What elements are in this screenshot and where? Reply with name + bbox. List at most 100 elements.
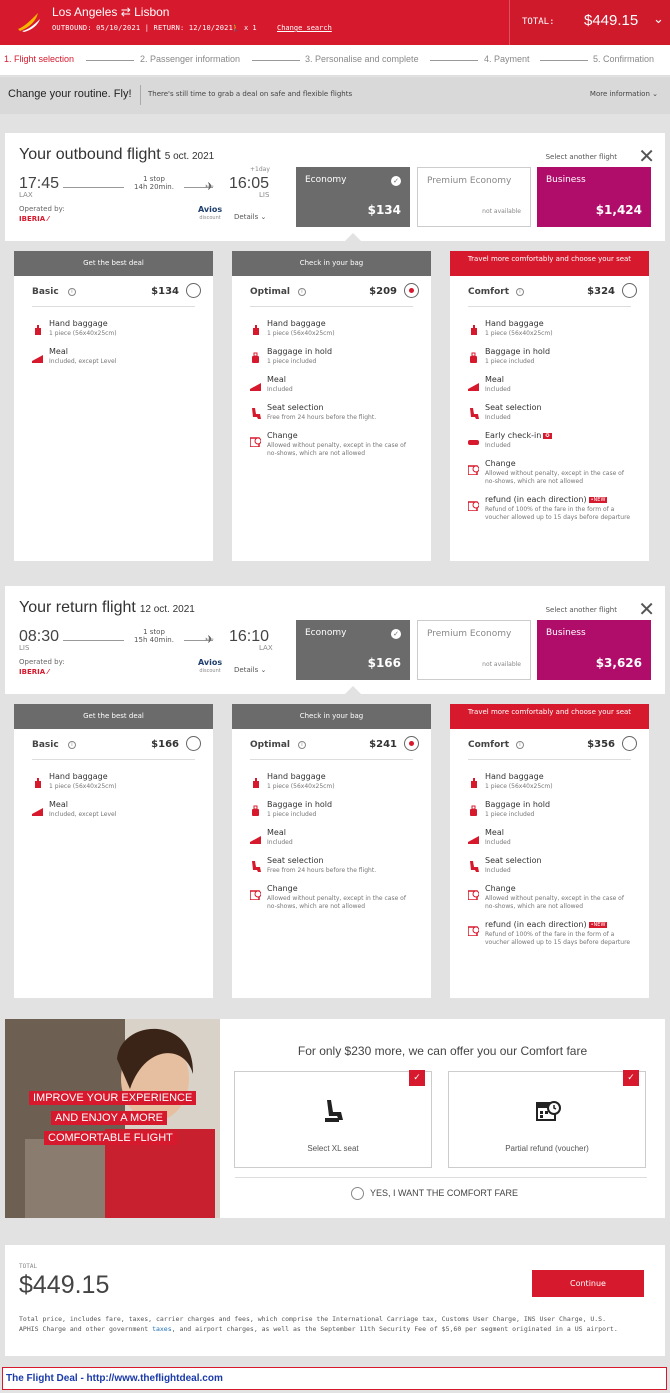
continue-button[interactable]: Continue bbox=[532, 1270, 644, 1297]
feature-title-text: Meal bbox=[49, 800, 68, 809]
info-icon[interactable]: i bbox=[516, 288, 524, 296]
fare-card-comfort[interactable]: Travel more comfortably and choose your … bbox=[450, 251, 649, 561]
feature-title-text: Meal bbox=[267, 828, 286, 837]
plus-day-label: +1day bbox=[250, 166, 270, 173]
business-cabin-button[interactable]: Business $1,424 bbox=[537, 167, 651, 227]
economy-cabin-button[interactable]: Economy $134 ✓ bbox=[296, 167, 410, 227]
feature-title: Change bbox=[485, 459, 516, 468]
details-toggle[interactable]: Details ⌄ bbox=[234, 213, 266, 221]
return-flight-section: Your return flight 12 oct. 2021 Select ano… bbox=[5, 586, 665, 694]
feature-subtitle: Included bbox=[485, 414, 511, 421]
operator-logo: IBERIA ⁄ bbox=[19, 215, 49, 223]
step-divider bbox=[252, 60, 300, 61]
flight-duration: 14h 20min. bbox=[124, 183, 184, 191]
select-another-flight-link[interactable]: Select another flight bbox=[546, 153, 617, 161]
business-cabin-name: Business bbox=[546, 628, 586, 638]
feature-title: refund (in each direction) •NEW bbox=[485, 920, 608, 929]
feature-subtitle: Included bbox=[485, 442, 511, 449]
progress-steps: 1. Flight selection 2. Passenger informa… bbox=[0, 45, 670, 76]
chevron-down-icon: ⌄ bbox=[652, 90, 658, 98]
more-information-link[interactable]: More information ⌄ bbox=[590, 90, 658, 98]
feature-title-text: Meal bbox=[485, 375, 504, 384]
feature-subtitle: 1 piece included bbox=[267, 358, 317, 365]
more-information-label: More information bbox=[589, 90, 650, 98]
person-icon: 🚶 bbox=[231, 24, 240, 32]
feature-title-text: Change bbox=[267, 431, 298, 440]
return-fare-options: Get the best deal Basic i $166 Hand baggage 1… bbox=[5, 694, 665, 1004]
details-toggle[interactable]: Details ⌄ bbox=[234, 666, 266, 674]
legal-text-part: , and airport charges, as well as the Se… bbox=[171, 1325, 618, 1333]
economy-cabin-price: $166 bbox=[367, 656, 401, 670]
feature-title: Meal bbox=[485, 828, 504, 837]
fare-card-optimal[interactable]: Check in your bag Optimal i $209 Hand baggag… bbox=[232, 251, 431, 561]
info-icon[interactable]: i bbox=[298, 288, 306, 296]
change-search-link[interactable]: Change search bbox=[277, 24, 332, 32]
feature-title: Baggage in hold bbox=[485, 800, 550, 809]
info-icon[interactable]: i bbox=[298, 741, 306, 749]
passenger-count: 🚶 x 1 bbox=[231, 24, 257, 32]
step-divider bbox=[430, 60, 478, 61]
close-icon[interactable]: ✕ bbox=[638, 144, 655, 168]
fare-card-basic[interactable]: Get the best deal Basic i $134 Hand baggage 1… bbox=[14, 251, 213, 561]
taxes-link[interactable]: taxes bbox=[152, 1325, 172, 1333]
check-icon: ✓ bbox=[409, 1070, 425, 1086]
feature-title-text: Baggage in hold bbox=[267, 347, 333, 356]
feature-subtitle: Refund of 100% of the fare in the form o… bbox=[485, 506, 631, 521]
step-divider bbox=[540, 60, 588, 61]
feature-title: Meal bbox=[267, 828, 286, 837]
fare-radio-button[interactable] bbox=[622, 736, 637, 751]
fare-name: Basic bbox=[32, 287, 59, 297]
outbound-flight-title: Your outbound flight 5 oct. 2021 bbox=[19, 146, 214, 164]
feature-title-text: Hand baggage bbox=[267, 319, 326, 328]
feature-subtitle: Allowed without penalty, except in the c… bbox=[267, 442, 406, 457]
total-section: TOTAL $449.15 Continue Total price, incl… bbox=[5, 1245, 665, 1356]
radio-button[interactable] bbox=[351, 1187, 364, 1200]
info-icon[interactable]: i bbox=[68, 288, 76, 296]
meal-icon bbox=[32, 801, 43, 816]
fare-card-comfort[interactable]: Travel more comfortably and choose your … bbox=[450, 704, 649, 998]
iberia-logo-icon: ⁄ bbox=[45, 668, 49, 676]
comfort-fare-radio[interactable]: YES, I WANT THE COMFORT FARE bbox=[351, 1187, 518, 1200]
seat-icon bbox=[468, 404, 479, 419]
economy-cabin-price: $134 bbox=[367, 203, 401, 217]
feature-subtitle: 1 piece included bbox=[485, 811, 535, 818]
select-another-flight-link[interactable]: Select another flight bbox=[546, 606, 617, 614]
fare-radio-button[interactable] bbox=[404, 283, 419, 298]
premium-economy-cabin-name: Premium Economy bbox=[427, 176, 512, 186]
xl-seat-label: Select XL seat bbox=[307, 1144, 359, 1153]
hold-baggage-icon bbox=[250, 348, 261, 363]
fare-radio-button[interactable] bbox=[186, 283, 201, 298]
chevron-down-icon: ⌄ bbox=[653, 12, 664, 27]
departure-airport: LAX bbox=[19, 191, 33, 199]
fare-radio-button[interactable] bbox=[404, 736, 419, 751]
feature-title-text: Seat selection bbox=[267, 856, 324, 865]
close-icon[interactable]: ✕ bbox=[638, 597, 655, 621]
stops-info: 1 stop 15h 40min. bbox=[124, 628, 184, 644]
fare-card-optimal[interactable]: Check in your bag Optimal i $241 Hand baggag… bbox=[232, 704, 431, 998]
promo-divider bbox=[140, 85, 141, 105]
feature-title: Early check-in ✪ bbox=[485, 431, 552, 440]
return-flight-date: 12 oct. 2021 bbox=[139, 604, 195, 615]
fare-radio-button[interactable] bbox=[622, 283, 637, 298]
total-dropdown[interactable]: TOTAL: $449.15 ⌄ bbox=[509, 0, 670, 45]
fare-header: Check in your bag bbox=[232, 704, 431, 729]
fare-radio-button[interactable] bbox=[186, 736, 201, 751]
info-icon[interactable]: i bbox=[68, 741, 76, 749]
feature-subtitle: Included, except Level bbox=[49, 811, 117, 818]
seat-icon bbox=[325, 1100, 343, 1122]
business-cabin-button[interactable]: Business $3,626 bbox=[537, 620, 651, 680]
info-icon[interactable]: i bbox=[516, 741, 524, 749]
fare-header: Get the best deal bbox=[14, 251, 213, 276]
feature-subtitle: 1 piece (56x40x25cm) bbox=[485, 783, 553, 790]
trip-dates: OUTBOUND: 05/10/2021 | RETURN: 12/10/202… bbox=[52, 24, 233, 32]
plane-icon: ✈ bbox=[205, 180, 215, 193]
feature-title: Meal bbox=[49, 347, 68, 356]
fare-card-basic[interactable]: Get the best deal Basic i $166 Hand baggage 1… bbox=[14, 704, 213, 998]
step-personalise: 3. Personalise and complete bbox=[305, 54, 419, 64]
seat-icon bbox=[250, 857, 261, 872]
arrival-airport: LAX bbox=[259, 644, 273, 652]
feature-subtitle: Allowed without penalty, except in the c… bbox=[485, 895, 624, 910]
feature-subtitle: Allowed without penalty, except in the c… bbox=[267, 895, 406, 910]
early-checkin-icon bbox=[468, 432, 479, 445]
economy-cabin-button[interactable]: Economy $166 ✓ bbox=[296, 620, 410, 680]
